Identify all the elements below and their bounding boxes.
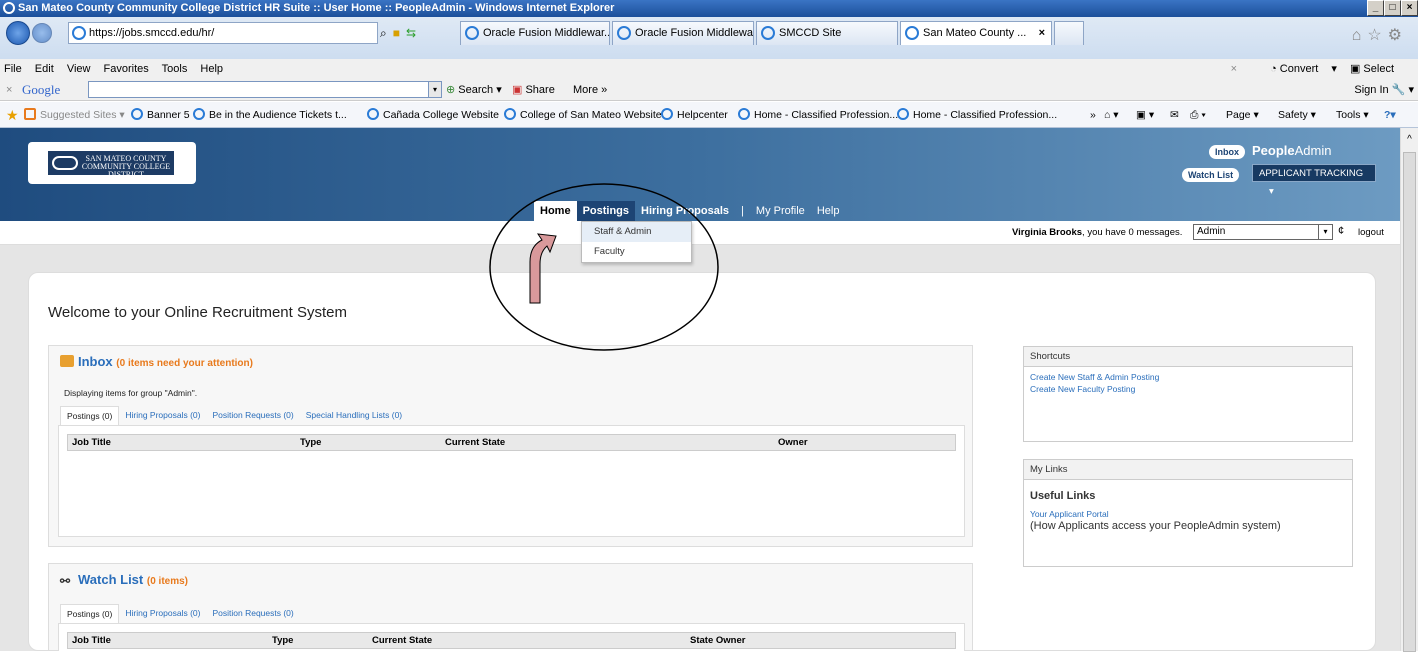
scrollbar-thumb[interactable] <box>1403 152 1416 652</box>
highlight-ellipse <box>489 183 719 351</box>
chevron-up-icon[interactable]: ^ <box>1401 134 1418 145</box>
pointer-arrow <box>529 233 557 304</box>
page-scrollbar[interactable]: ^ <box>1400 128 1418 652</box>
annotation-overlay <box>489 183 719 351</box>
